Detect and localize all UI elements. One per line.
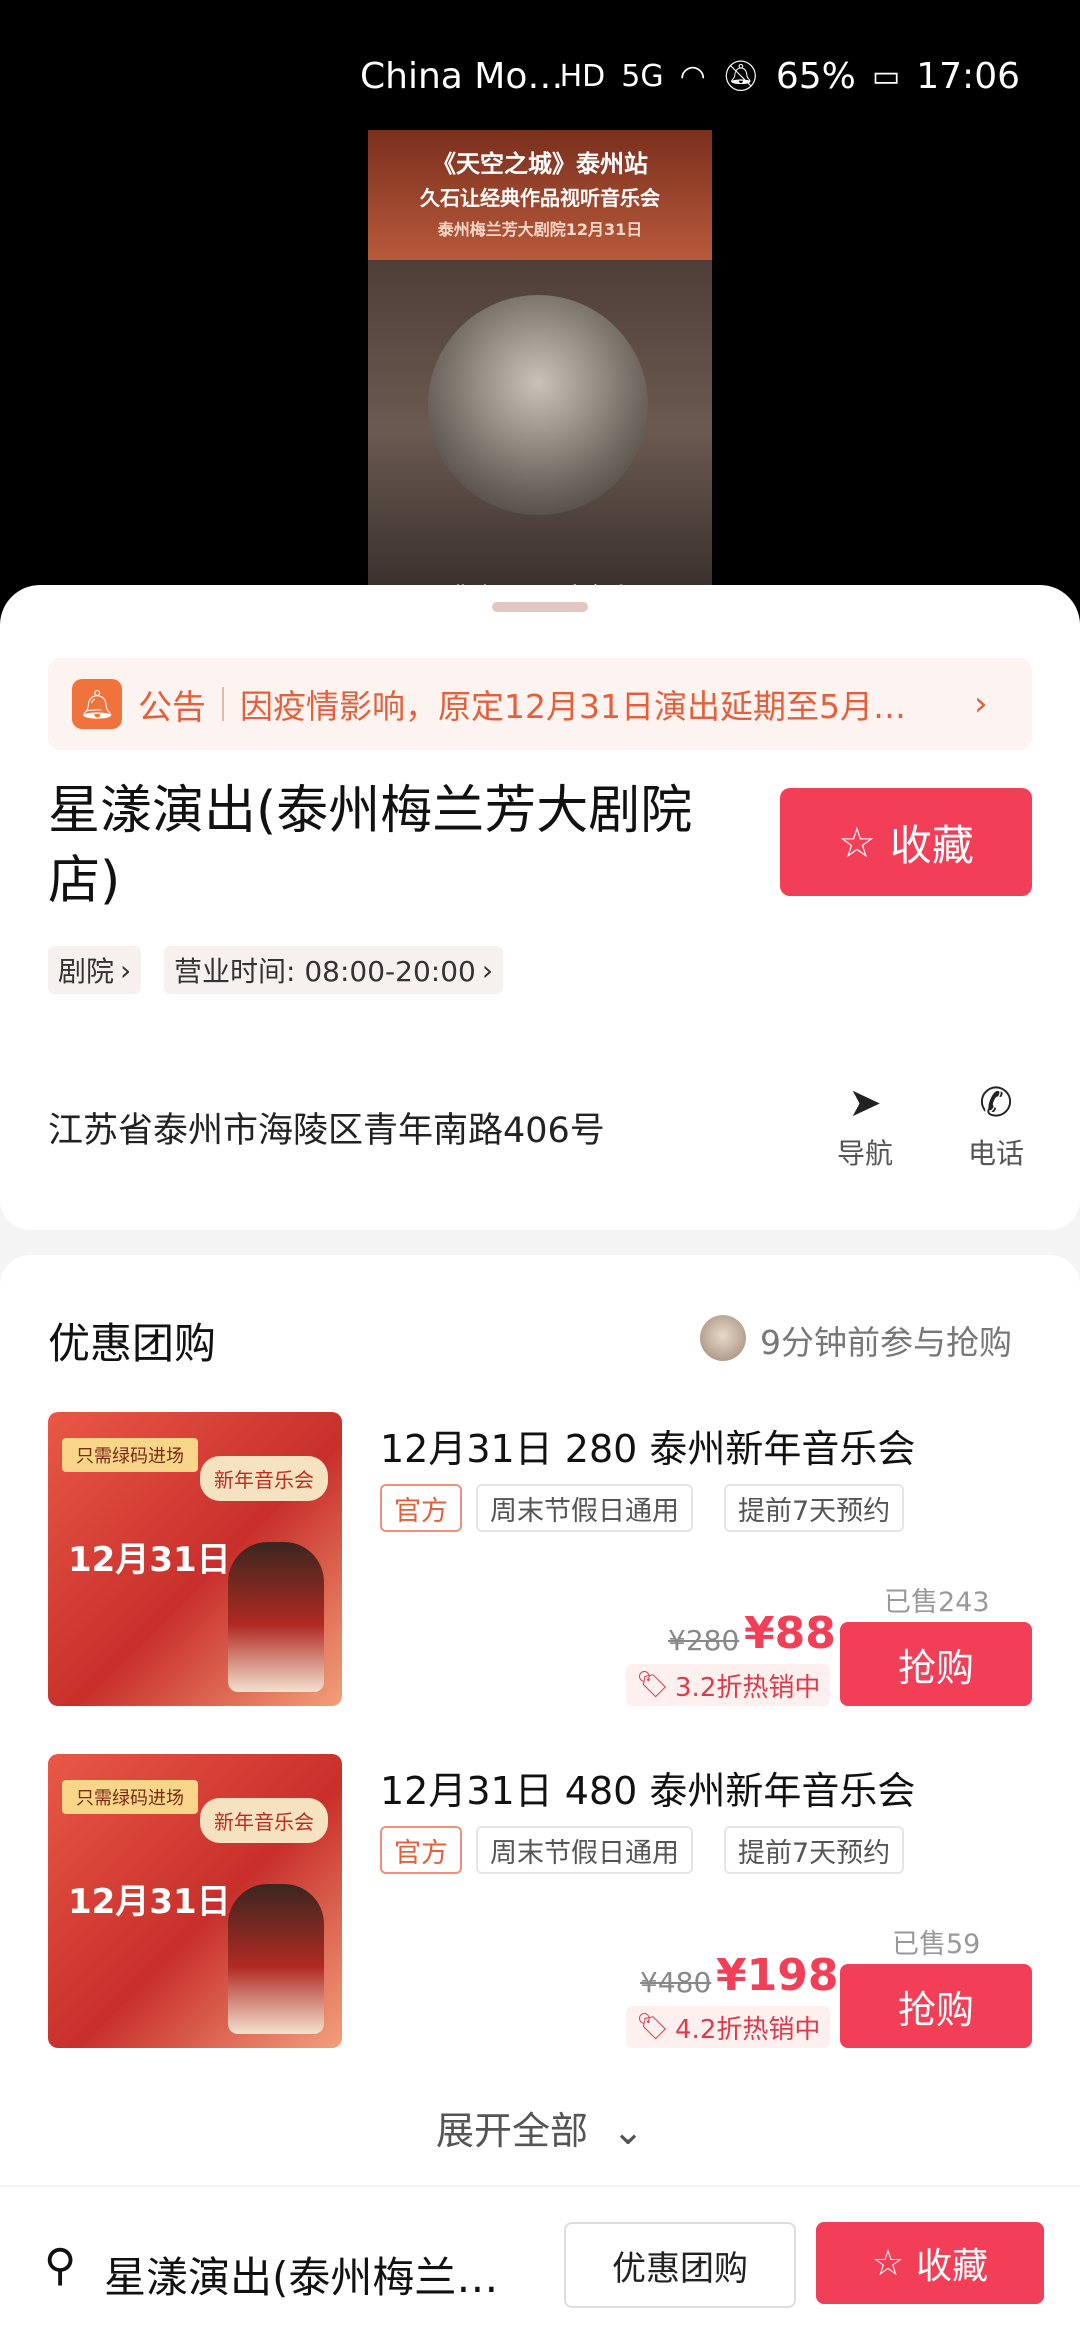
- wifi-icon: ◠: [679, 59, 706, 94]
- discount-text: 4.2折热销中: [675, 2014, 821, 2045]
- deal-tag: 周末节假日通用: [476, 1826, 693, 1874]
- deal-image-headline: 12月31日: [68, 1540, 231, 1580]
- deal-image[interactable]: 只需绿码进场 新年音乐会 12月31日: [48, 1412, 342, 1706]
- deal-tag: 提前7天预约: [724, 1484, 905, 1532]
- deal-tag: 周末节假日通用: [476, 1484, 693, 1532]
- drag-handle[interactable]: [492, 602, 588, 612]
- category-chip[interactable]: 剧院 ›: [48, 946, 142, 994]
- chevron-right-icon: ›: [974, 684, 988, 724]
- group-deal-button[interactable]: 优惠团购: [564, 2222, 796, 2308]
- notice-divider: [222, 687, 224, 721]
- location-pin-icon: ⚲: [44, 2240, 77, 2291]
- sold-count: 已售59: [892, 1929, 981, 1960]
- star-icon: ☆: [838, 817, 876, 867]
- mute-icon: 🔕︎: [721, 59, 760, 94]
- phone-icon: ✆: [979, 1080, 1013, 1126]
- buy-button[interactable]: 抢购: [840, 1964, 1032, 2048]
- tag-icon: 🏷︎: [636, 1670, 670, 1700]
- deal-image-headline: 12月31日: [68, 1882, 231, 1922]
- discount-badge: 🏷︎ 4.2折热销中: [626, 2006, 831, 2048]
- deal-name[interactable]: 12月31日 280 泰州新年音乐会: [380, 1418, 915, 1473]
- chevron-down-icon: ⌄: [612, 2109, 644, 2153]
- event-poster[interactable]: 《天空之城》泰州站 久石让经典作品视听音乐会 泰州梅兰芳大剧院12月31日 期许…: [368, 130, 712, 630]
- sold-count: 已售243: [884, 1587, 990, 1618]
- discount-badge: 🏷︎ 3.2折热销中: [626, 1664, 831, 1706]
- clock: 17:06: [916, 56, 1020, 97]
- shop-address: 江苏省泰州市海陵区青年南路406号: [48, 1111, 605, 1151]
- notice-tag: 公告: [138, 687, 206, 728]
- deal-image-badge: 新年音乐会: [200, 1798, 328, 1843]
- call-button[interactable]: ✆ 电话: [946, 1080, 1046, 1172]
- discount-text: 3.2折热销中: [675, 1672, 821, 1703]
- deal-price: ¥88: [744, 1608, 836, 1659]
- tag-icon: 🏷︎: [636, 2012, 670, 2042]
- deals-title: 优惠团购: [48, 1319, 217, 1368]
- original-price: ¥280: [668, 1624, 740, 1657]
- original-price: ¥480: [640, 1966, 712, 1999]
- deal-name[interactable]: 12月31日 480 泰州新年音乐会: [380, 1760, 915, 1815]
- star-icon: ☆: [871, 2242, 905, 2284]
- expand-label: 展开全部: [436, 2109, 589, 2153]
- battery-percent: 65%: [775, 56, 856, 97]
- poster-venue: 泰州梅兰芳大剧院12月31日: [437, 220, 643, 239]
- deal-image-label: 只需绿码进场: [62, 1780, 198, 1814]
- shop-title: 星漾演出(泰州梅兰芳大剧院店): [48, 781, 693, 911]
- character-illustration: [228, 1542, 324, 1692]
- status-icons: HD 5G ◠ 🔕︎ 65% ▭ 17:06: [560, 56, 1020, 97]
- network-label: 5G: [621, 59, 664, 94]
- buy-button[interactable]: 抢购: [840, 1622, 1032, 1706]
- deal-tag: 官方: [380, 1484, 462, 1532]
- deal-tag: 提前7天预约: [724, 1826, 905, 1874]
- favorite-button[interactable]: ☆ 收藏: [780, 788, 1032, 896]
- notice-bar[interactable]: 🔔︎ 公告 因疫情影响，原定12月31日演出延期至5月… ›: [48, 658, 1032, 750]
- avatar: [700, 1315, 746, 1361]
- recent-activity: 9分钟前参与抢购: [760, 1323, 1012, 1362]
- category-label: 剧院: [58, 955, 115, 988]
- navigation-arrow-icon: ➤: [848, 1080, 882, 1126]
- expand-all-button[interactable]: 展开全部 ⌄: [0, 2100, 1080, 2155]
- deal-image[interactable]: 只需绿码进场 新年音乐会 12月31日: [48, 1754, 342, 2048]
- notice-text: 因疫情影响，原定12月31日演出延期至5月…: [240, 687, 906, 726]
- bottom-favorite-label: 收藏: [916, 2246, 989, 2287]
- status-bar: China Mo… HD 5G ◠ 🔕︎ 65% ▭ 17:06: [0, 0, 1080, 130]
- bell-icon: 🔔︎: [72, 679, 122, 729]
- battery-icon: ▭: [871, 59, 901, 94]
- bottom-shop-name[interactable]: 星漾演出(泰州梅兰…: [104, 2244, 534, 2305]
- deal-image-label: 只需绿码进场: [62, 1438, 198, 1472]
- poster-subtitle: 久石让经典作品视听音乐会: [420, 186, 660, 210]
- navigate-button[interactable]: ➤ 导航: [815, 1080, 915, 1172]
- hero-banner[interactable]: 《天空之城》泰州站 久石让经典作品视听音乐会 泰州梅兰芳大剧院12月31日 期许…: [0, 130, 1080, 630]
- hd-icon: HD: [559, 59, 606, 94]
- deal-image-badge: 新年音乐会: [200, 1456, 328, 1501]
- conductor-photo: [428, 295, 648, 515]
- chevron-right-icon: ›: [481, 953, 494, 987]
- deal-price: ¥198: [716, 1950, 839, 2001]
- character-illustration: [228, 1884, 324, 2034]
- hours-label: 营业时间: 08:00-20:00: [174, 955, 476, 988]
- navigate-label: 导航: [836, 1137, 893, 1170]
- favorite-label: 收藏: [889, 820, 974, 870]
- hours-chip[interactable]: 营业时间: 08:00-20:00 ›: [164, 946, 504, 994]
- carrier-name: China Mo…: [360, 56, 564, 97]
- chevron-right-icon: ›: [120, 953, 132, 987]
- call-label: 电话: [967, 1137, 1024, 1170]
- deal-tag: 官方: [380, 1826, 462, 1874]
- poster-title: 《天空之城》泰州站: [432, 150, 648, 178]
- bottom-favorite-button[interactable]: ☆ 收藏: [816, 2222, 1044, 2304]
